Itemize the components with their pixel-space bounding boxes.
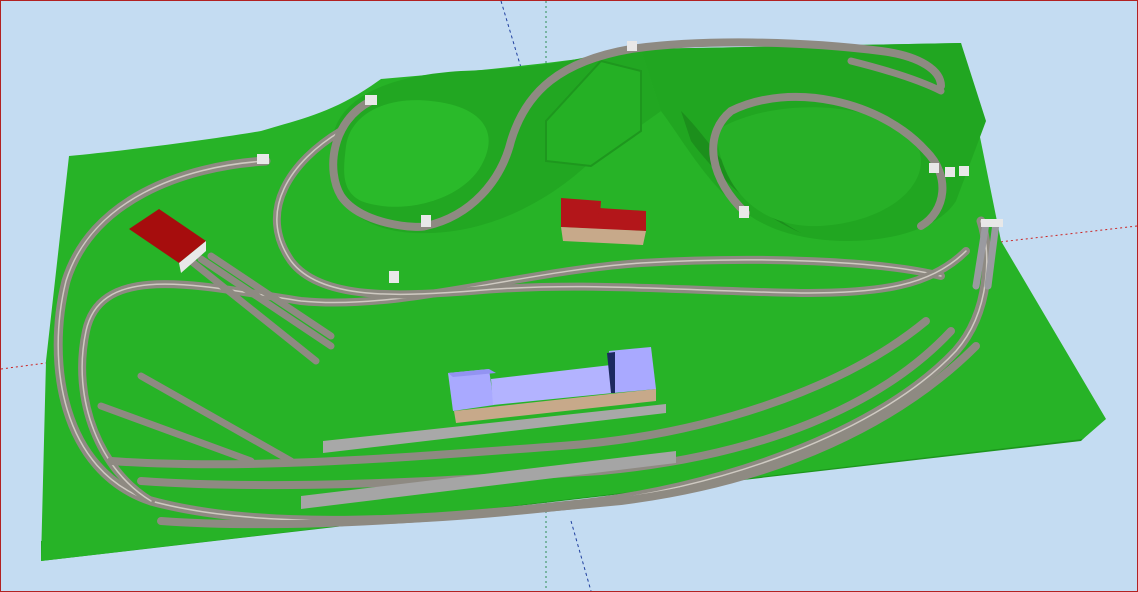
layout-scene[interactable] bbox=[1, 1, 1137, 591]
axis-blue-lower bbox=[570, 520, 592, 591]
tunnel-portal-1[interactable] bbox=[257, 154, 269, 164]
tunnel-portal-7[interactable] bbox=[929, 163, 939, 173]
tunnel-portal-4[interactable] bbox=[389, 271, 399, 283]
station-right-wing bbox=[609, 347, 656, 393]
tunnel-portal-10[interactable] bbox=[981, 219, 1003, 227]
tunnel-portal-6[interactable] bbox=[739, 206, 749, 218]
3d-viewport[interactable] bbox=[0, 0, 1138, 592]
tunnel-portal-3[interactable] bbox=[421, 215, 431, 227]
tunnel-portal-5[interactable] bbox=[627, 41, 637, 51]
tunnel-portal-8[interactable] bbox=[945, 167, 955, 177]
tunnel-portal-2[interactable] bbox=[365, 95, 377, 105]
house-roof-left bbox=[561, 198, 601, 229]
house-roof-right bbox=[597, 208, 646, 231]
axis-red-right bbox=[990, 225, 1137, 244]
tunnel-portal-9[interactable] bbox=[959, 166, 969, 176]
